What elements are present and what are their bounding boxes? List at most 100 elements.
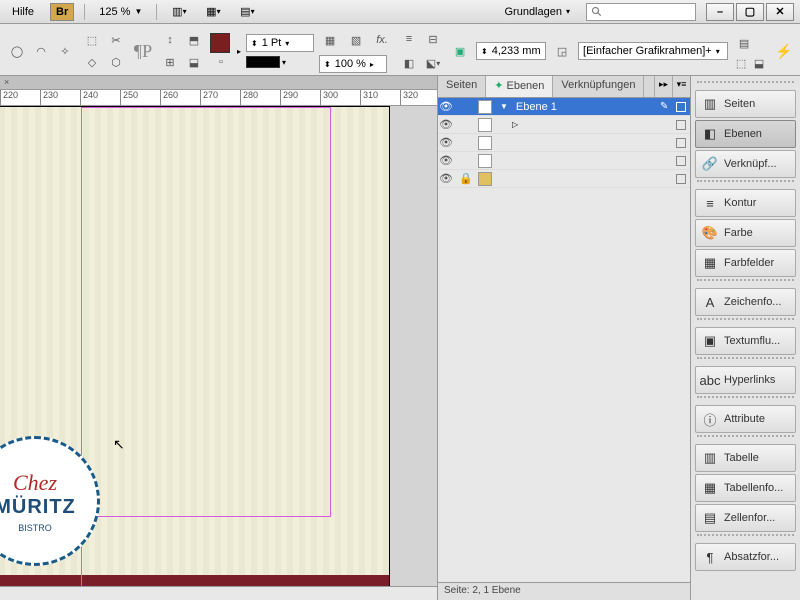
layer-row[interactable]: 👁🔒 — [438, 170, 690, 188]
tool-icon[interactable]: ✧ — [54, 40, 76, 62]
disclosure-icon[interactable]: ▼ — [500, 102, 508, 111]
panel-button[interactable]: ≡Kontur — [695, 189, 796, 217]
panel-button[interactable]: ◧Ebenen — [695, 120, 796, 148]
panel-label: Farbe — [724, 227, 753, 239]
panel-button[interactable]: abcHyperlinks — [695, 366, 796, 394]
visibility-icon[interactable]: 👁 — [438, 154, 454, 167]
wrap-icon[interactable]: ⬕▾ — [422, 52, 444, 74]
swap-icon[interactable]: ▫ — [210, 55, 232, 69]
layer-name: Ebene 1 — [512, 101, 656, 113]
panel-button[interactable]: 🔗Verknüpf... — [695, 150, 796, 178]
visibility-icon[interactable]: 👁 — [438, 172, 454, 185]
tool-icon[interactable]: ▧ — [345, 29, 367, 51]
panel-button[interactable]: ▥Tabelle — [695, 444, 796, 472]
panel-grip[interactable] — [697, 357, 794, 363]
layer-row[interactable]: 👁▷ — [438, 116, 690, 134]
panel-label: Zellenfor... — [724, 512, 775, 524]
tool-icon[interactable]: ◇ — [81, 51, 103, 73]
disclosure-icon[interactable]: ▷ — [512, 120, 518, 129]
panel-button[interactable]: ⓘAttribute — [695, 405, 796, 433]
tool-icon[interactable]: ⬚ — [733, 56, 749, 70]
maximize-button[interactable]: ▢ — [736, 3, 764, 21]
view-icon[interactable]: ▤▾ — [235, 2, 259, 22]
stroke-weight-field[interactable]: ⬍1 Pt▾ — [246, 34, 314, 52]
wrap-icon[interactable]: ◧ — [398, 52, 420, 74]
logo-line1: Chez — [13, 470, 57, 496]
visibility-icon[interactable]: 👁 — [438, 100, 454, 113]
stroke-style[interactable] — [246, 56, 280, 68]
panel-grip[interactable] — [697, 279, 794, 285]
panel-grip[interactable] — [697, 534, 794, 540]
tab-links[interactable]: Verknüpfungen — [553, 76, 644, 97]
panel-grip[interactable] — [697, 396, 794, 402]
fx-icon[interactable]: fx. — [371, 29, 393, 51]
tool-icon[interactable]: ⬓ — [751, 56, 767, 70]
select-indicator[interactable] — [676, 120, 686, 130]
ruler-tick: 250 — [120, 90, 138, 106]
tool-icon[interactable]: ✂ — [105, 29, 127, 51]
select-indicator[interactable] — [676, 174, 686, 184]
layer-row[interactable]: 👁 — [438, 134, 690, 152]
tool-icon[interactable]: ⬚ — [81, 29, 103, 51]
select-indicator[interactable] — [676, 138, 686, 148]
fill-swatch[interactable] — [210, 33, 230, 53]
chevron-icon[interactable]: ▸ — [237, 47, 241, 56]
tool-icon[interactable]: ⬡ — [105, 51, 127, 73]
frame-label: [Einfacher Grafikrahmen]+ — [583, 45, 712, 57]
tool-icon[interactable]: ◯ — [6, 40, 28, 62]
panel-grip[interactable] — [697, 180, 794, 186]
select-indicator[interactable] — [676, 156, 686, 166]
menu-help[interactable]: Hilfe — [6, 4, 40, 20]
pen-icon: ✎ — [660, 101, 672, 112]
align-icon[interactable]: ≡ — [398, 28, 420, 50]
layers-status: Seite: 2, 1 Ebene — [438, 582, 690, 600]
layer-row[interactable]: 👁 — [438, 152, 690, 170]
panel-button[interactable]: ▦Tabellenfo... — [695, 474, 796, 502]
crop-icon[interactable]: ▣ — [449, 40, 471, 62]
close-button[interactable]: ✕ — [766, 3, 794, 21]
quick-apply-icon[interactable]: ⚡ — [774, 41, 794, 61]
measure-field[interactable]: ⬍4,233 mm — [476, 42, 546, 60]
zoom-level[interactable]: 125 %▼ — [95, 4, 146, 20]
panel-menu-icon[interactable]: ▾≡ — [672, 76, 690, 97]
lock-icon[interactable]: 🔒 — [458, 172, 474, 185]
tool-icon[interactable]: ⬒ — [183, 29, 205, 51]
panel-button[interactable]: 🎨Farbe — [695, 219, 796, 247]
panel-button[interactable]: ▤Zellenfor... — [695, 504, 796, 532]
panel-grip[interactable] — [697, 318, 794, 324]
panel-grip[interactable] — [697, 435, 794, 441]
visibility-icon[interactable]: 👁 — [438, 118, 454, 131]
panel-button[interactable]: ▣Textumflu... — [695, 327, 796, 355]
layer-row[interactable]: 👁 ▼ Ebene 1 ✎ — [438, 98, 690, 116]
tool-icon[interactable]: ⬓ — [183, 51, 205, 73]
canvas[interactable]: Chez MÜRITZ BISTRO ↖ — [0, 106, 437, 586]
tool-icon[interactable]: ◠ — [30, 40, 52, 62]
opacity-field[interactable]: ⬍100 %▸ — [319, 55, 387, 73]
panel-button[interactable]: ▦Farbfelder — [695, 249, 796, 277]
bridge-button[interactable]: Br — [50, 3, 74, 21]
tool-icon[interactable]: ⊞ — [159, 51, 181, 73]
frame-style-combo[interactable]: [Einfacher Grafikrahmen]+▾ — [578, 42, 728, 60]
screen-mode-icon[interactable]: ▥▾ — [167, 2, 191, 22]
align-icon[interactable]: ⊟ — [422, 28, 444, 50]
visibility-icon[interactable]: 👁 — [438, 136, 454, 149]
collapse-icon[interactable]: ▸▸ — [654, 76, 672, 97]
tool-icon[interactable]: ▤ — [733, 32, 755, 54]
tool-icon[interactable]: ↕ — [159, 29, 181, 51]
panel-grip[interactable] — [697, 81, 794, 87]
search-input[interactable] — [586, 3, 696, 21]
tab-pages[interactable]: Seiten — [438, 76, 486, 97]
panel-button[interactable]: ¶Absatzfor... — [695, 543, 796, 571]
close-tab-icon[interactable]: × — [4, 77, 9, 87]
arrange-icon[interactable]: ▦▾ — [201, 2, 225, 22]
panel-button[interactable]: AZeichenfo... — [695, 288, 796, 316]
tool-icon[interactable]: ▦ — [319, 29, 341, 51]
tab-layers[interactable]: ✦ Ebenen — [486, 76, 553, 97]
corner-icon[interactable]: ◲ — [551, 40, 573, 62]
workspace-switcher[interactable]: Grundlagen▾ — [498, 4, 576, 20]
paragraph-icon[interactable]: ¶P — [132, 40, 154, 62]
minimize-button[interactable]: – — [706, 3, 734, 21]
panel-label: Hyperlinks — [724, 374, 775, 386]
panel-button[interactable]: ▥Seiten — [695, 90, 796, 118]
select-indicator[interactable] — [676, 102, 686, 112]
